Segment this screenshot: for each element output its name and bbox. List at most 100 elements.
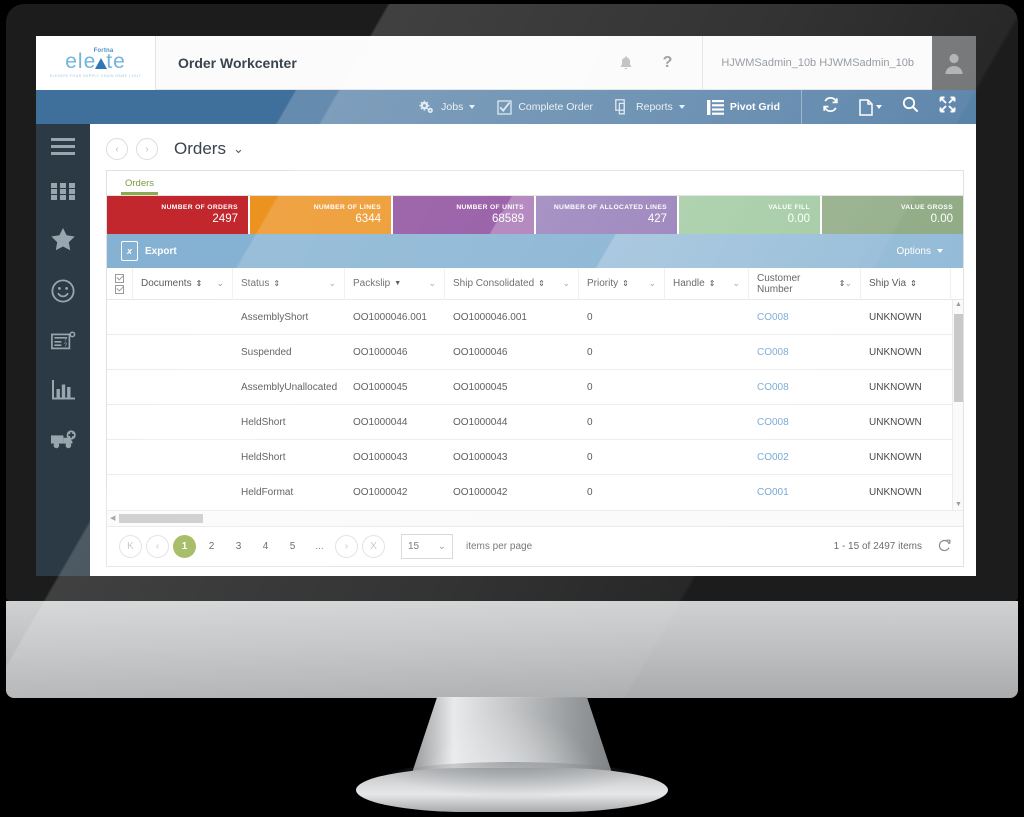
main-toolbar: Jobs Complete Order Reports Pivot Grid bbox=[36, 90, 976, 124]
row-select-cell[interactable] bbox=[107, 335, 133, 370]
pager-page-5[interactable]: 5 bbox=[281, 535, 304, 558]
chevron-left-icon[interactable]: ‹ bbox=[106, 138, 128, 160]
vertical-scroll-thumb[interactable] bbox=[954, 314, 963, 402]
scroll-up-arrow-icon[interactable]: ▲ bbox=[955, 301, 962, 308]
sort-icon[interactable]: ⇕ bbox=[273, 279, 280, 288]
column-header-customer-number[interactable]: Customer Number ⇕ ⌄ bbox=[749, 267, 861, 300]
items-per-page-select[interactable]: 15 ⌄ bbox=[401, 534, 453, 559]
export-button[interactable]: x Export bbox=[107, 241, 177, 261]
kpi-tile[interactable]: NUMBER OF ORDERS 2497 bbox=[107, 196, 250, 234]
chevron-down-icon[interactable]: ⌄ bbox=[562, 278, 570, 289]
cell-handle bbox=[665, 475, 749, 510]
new-document-icon[interactable] bbox=[859, 98, 882, 116]
cell-customer-number[interactable]: CO008 bbox=[749, 335, 861, 370]
sort-icon[interactable]: ⇕ bbox=[196, 279, 203, 288]
sidebar-item-menu[interactable] bbox=[51, 138, 75, 155]
column-header-packslip[interactable]: Packslip ▼ ⌄ bbox=[345, 267, 445, 300]
refresh-icon[interactable] bbox=[822, 96, 839, 118]
chevron-down-icon[interactable]: ⌄ bbox=[216, 278, 224, 289]
pager-prev-button[interactable]: ‹ bbox=[146, 535, 169, 558]
sort-icon[interactable]: ⇕ bbox=[709, 279, 716, 288]
pager-first-button[interactable]: K bbox=[119, 535, 142, 558]
cell-customer-number[interactable]: CO008 bbox=[749, 370, 861, 405]
cell-customer-number[interactable]: CO008 bbox=[749, 405, 861, 440]
logo-wordmark: ele te bbox=[65, 51, 126, 72]
chevron-down-icon[interactable]: ⌄ bbox=[328, 278, 336, 289]
column-header-ship-consolidated[interactable]: Ship Consolidated ⇕ ⌄ bbox=[445, 267, 579, 300]
table-row[interactable]: AssemblyUnallocated OO1000045 OO1000045 … bbox=[107, 370, 963, 405]
sort-icon[interactable]: ⇕ bbox=[622, 279, 629, 288]
pager-page-4[interactable]: 4 bbox=[254, 535, 277, 558]
column-label: Documents bbox=[141, 278, 192, 289]
row-select-cell[interactable] bbox=[107, 300, 133, 335]
sidebar-item-ambulance[interactable] bbox=[50, 430, 77, 449]
sidebar-item-favorites[interactable] bbox=[51, 228, 75, 251]
page-title[interactable]: Orders ⌄ bbox=[174, 139, 244, 159]
kpi-tile[interactable]: VALUE FILL 0.00 bbox=[679, 196, 822, 234]
cell-ship-consolidated: OO1000045 bbox=[453, 381, 508, 393]
kpi-tile[interactable]: VALUE GROSS 0.00 bbox=[822, 196, 963, 234]
tab-orders[interactable]: Orders bbox=[121, 178, 159, 195]
table-row[interactable]: HeldShort OO1000043 OO1000043 0 CO002 UN… bbox=[107, 440, 963, 475]
table-row[interactable]: AssemblyShort OO1000046.001 OO1000046.00… bbox=[107, 300, 963, 335]
user-avatar-icon[interactable] bbox=[932, 36, 976, 90]
grid-vertical-scrollbar[interactable]: ▲ ▼ bbox=[952, 300, 963, 510]
kpi-tile[interactable]: NUMBER OF ALLOCATED LINES 427 bbox=[536, 196, 679, 234]
column-header-ship-via[interactable]: Ship Via ⇕ bbox=[861, 267, 951, 300]
user-name[interactable]: HJWMSadmin_10b HJWMSadmin_10b bbox=[702, 36, 932, 89]
kpi-value: 427 bbox=[647, 212, 667, 225]
sort-desc-icon[interactable]: ▼ bbox=[394, 280, 401, 287]
row-select-cell[interactable] bbox=[107, 405, 133, 440]
row-select-cell[interactable] bbox=[107, 440, 133, 475]
toolbar-item-pivot-grid[interactable]: Pivot Grid bbox=[696, 99, 791, 115]
pager-page-3[interactable]: 3 bbox=[227, 535, 250, 558]
search-icon[interactable] bbox=[902, 96, 919, 118]
chevron-down-icon[interactable]: ⌄ bbox=[732, 278, 740, 289]
options-button[interactable]: Options bbox=[897, 246, 963, 257]
pager-page-1[interactable]: 1 bbox=[173, 535, 196, 558]
refresh-page-icon[interactable] bbox=[938, 539, 951, 555]
scroll-left-arrow-icon[interactable]: ◀ bbox=[110, 514, 115, 522]
cell-customer-number[interactable]: CO002 bbox=[749, 440, 861, 475]
sidebar-item-smiley[interactable] bbox=[51, 279, 75, 303]
cell-customer-number[interactable]: CO008 bbox=[749, 300, 861, 335]
kpi-tile[interactable]: NUMBER OF LINES 6344 bbox=[250, 196, 393, 234]
pager-next-button[interactable]: › bbox=[335, 535, 358, 558]
horizontal-scroll-thumb[interactable] bbox=[119, 514, 203, 523]
fullscreen-icon[interactable] bbox=[939, 96, 956, 118]
brand-logo[interactable]: Fortna ele te ELEVATE YOUR SUPPLY CHAIN G… bbox=[36, 36, 156, 90]
bell-icon[interactable] bbox=[619, 55, 633, 71]
chevron-down-icon[interactable]: ⌄ bbox=[648, 278, 656, 289]
pager-last-button[interactable]: X bbox=[362, 535, 385, 558]
sort-icon[interactable]: ⇕ bbox=[910, 279, 917, 288]
sidebar-item-apps[interactable] bbox=[51, 183, 75, 200]
row-select-cell[interactable] bbox=[107, 370, 133, 405]
sidebar-item-reports-chart[interactable] bbox=[51, 380, 76, 402]
row-select-cell[interactable] bbox=[107, 475, 133, 510]
chevron-down-icon[interactable]: ⌄ bbox=[428, 278, 436, 289]
sidebar-item-forms[interactable]: ?? bbox=[50, 331, 76, 352]
toolbar-item-reports[interactable]: Reports bbox=[604, 99, 696, 115]
table-row[interactable]: HeldFormat OO1000042 OO1000042 0 CO001 U… bbox=[107, 475, 963, 510]
chevron-down-icon[interactable]: ⌄ bbox=[844, 278, 852, 289]
toolbar-item-complete-order[interactable]: Complete Order bbox=[486, 99, 604, 115]
pager-summary: 1 - 15 of 2497 items bbox=[833, 541, 922, 552]
column-header-documents[interactable]: Documents ⇕ ⌄ bbox=[133, 267, 233, 300]
table-row[interactable]: HeldShort OO1000044 OO1000044 0 CO008 UN… bbox=[107, 405, 963, 440]
column-header-priority[interactable]: Priority ⇕ ⌄ bbox=[579, 267, 665, 300]
table-row[interactable]: Suspended OO1000046 OO1000046 0 CO008 UN… bbox=[107, 335, 963, 370]
monitor-chin bbox=[6, 601, 1018, 698]
question-mark-icon[interactable]: ? bbox=[663, 54, 673, 72]
column-header-status[interactable]: Status ⇕ ⌄ bbox=[233, 267, 345, 300]
gears-icon bbox=[419, 100, 434, 113]
cell-customer-number[interactable]: CO001 bbox=[749, 475, 861, 510]
sort-icon[interactable]: ⇕ bbox=[538, 279, 545, 288]
column-header-handle[interactable]: Handle ⇕ ⌄ bbox=[665, 267, 749, 300]
select-all-checkbox-icon[interactable] bbox=[107, 267, 133, 300]
toolbar-item-jobs[interactable]: Jobs bbox=[408, 100, 486, 115]
scroll-down-arrow-icon[interactable]: ▼ bbox=[955, 501, 962, 508]
pager-page-2[interactable]: 2 bbox=[200, 535, 223, 558]
chevron-right-icon[interactable]: › bbox=[136, 138, 158, 160]
grid-horizontal-scrollbar[interactable]: ◀ bbox=[107, 510, 963, 526]
kpi-tile[interactable]: NUMBER OF UNITS 68589 bbox=[393, 196, 536, 234]
